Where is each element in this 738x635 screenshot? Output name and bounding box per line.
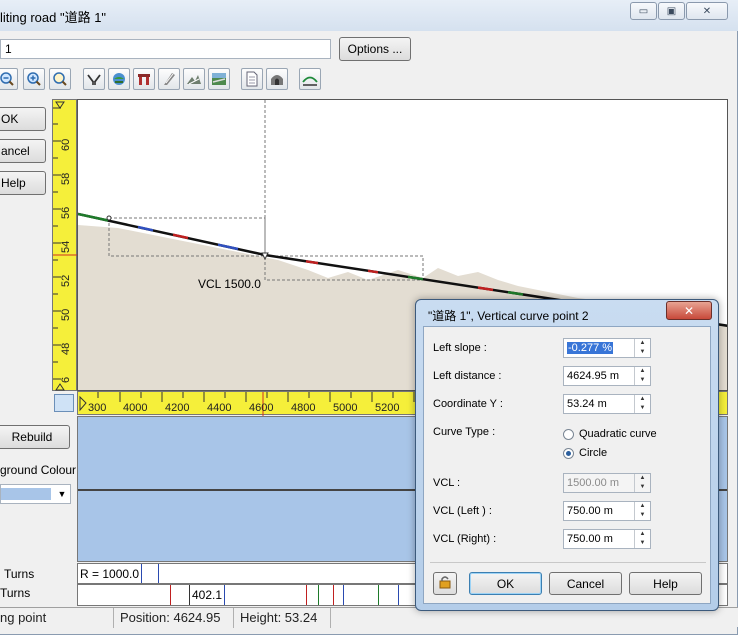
title-bar: liting road "道路 1" ▭ ▣ ✕ (0, 0, 738, 31)
maximize-button[interactable]: ▣ (658, 2, 685, 20)
left-slope-label: Left slope : (433, 342, 487, 354)
caption-buttons: ▭ ▣ ✕ (629, 2, 728, 20)
status-mode: ng point (0, 610, 47, 625)
rebuild-button[interactable]: Rebuild (0, 425, 70, 449)
dialog-cancel-button[interactable]: Cancel (549, 572, 622, 595)
spin-arrows-icon[interactable]: ▲ ▼ (634, 339, 650, 357)
status-position: Position: 4624.95 (120, 610, 221, 625)
document-icon[interactable] (241, 68, 263, 90)
dialog-help-button[interactable]: Help (629, 572, 702, 595)
spin-arrows-icon[interactable]: ▲ ▼ (634, 395, 650, 413)
background-colour-label: ground Colour: (0, 463, 80, 477)
dialog-close-button[interactable]: ✕ (666, 301, 712, 320)
left-distance-field[interactable]: 4624.95 m ▲ ▼ (563, 366, 651, 386)
left-slope-value: -0.277 % (567, 342, 614, 354)
vcl-right-label: VCL (Right) : (433, 533, 497, 545)
vcl-right-value: 750.00 m (567, 533, 613, 545)
landscape-icon[interactable] (208, 68, 230, 90)
left-distance-label: Left distance : (433, 370, 502, 382)
quadratic-curve-radio[interactable] (563, 429, 574, 440)
coordinate-y-value: 53.24 m (567, 398, 607, 410)
toolbar (0, 68, 330, 92)
vcl-left-label: VCL (Left ) : (433, 505, 492, 517)
spin-arrows-icon[interactable]: ▲ ▼ (634, 367, 650, 385)
vcl-label: VCL 1500.0 (198, 277, 261, 291)
zoom-in-icon[interactable] (23, 68, 45, 90)
dialog-body: Left slope : -0.277 % ▲ ▼ Left distance :… (423, 326, 711, 604)
dialog-separator (430, 562, 706, 563)
curve-icon[interactable] (299, 68, 321, 90)
vcl-field: 1500.00 m ▲ ▼ (563, 473, 651, 493)
y-tick-label: 52 (60, 275, 72, 287)
left-slope-field[interactable]: -0.277 % ▲ ▼ (563, 338, 651, 358)
y-tick-label: 48 (60, 343, 72, 355)
spin-arrows-icon: ▲ ▼ (634, 474, 650, 492)
close-button[interactable]: ✕ (686, 2, 728, 20)
options-button[interactable]: Options ... (339, 37, 411, 61)
cross-section-icon[interactable] (83, 68, 105, 90)
coordinate-y-field[interactable]: 53.24 m ▲ ▼ (563, 394, 651, 414)
ok-button[interactable]: OK (0, 107, 46, 131)
x-tick-label: 300 (88, 402, 106, 414)
zoom-out-icon[interactable] (0, 68, 18, 90)
curve-type-label: Curve Type : (433, 426, 496, 438)
ruler-corner[interactable] (54, 394, 74, 412)
coordinate-y-label: Coordinate Y : (433, 398, 503, 410)
spin-arrows-icon[interactable]: ▲ ▼ (634, 530, 650, 548)
lock-button[interactable] (433, 572, 457, 595)
circle-radio[interactable] (563, 448, 574, 459)
x-tick-label: 4000 (123, 402, 147, 414)
spin-arrows-icon[interactable]: ▲ ▼ (634, 502, 650, 520)
x-tick-label: 4600 (249, 402, 273, 414)
quadratic-curve-label[interactable]: Quadratic curve (579, 428, 657, 440)
terrain-icon[interactable] (183, 68, 205, 90)
y-tick-label: 6 (60, 377, 72, 383)
zoom-fit-icon[interactable] (49, 68, 71, 90)
vcl-value: 1500.00 m (567, 477, 619, 489)
minimize-button[interactable]: ▭ (630, 2, 657, 20)
x-tick-label: 4800 (291, 402, 315, 414)
x-tick-label: 5200 (375, 402, 399, 414)
y-tick-label: 58 (60, 173, 72, 185)
vcl-label: VCL : (433, 477, 461, 489)
colour-swatch (1, 488, 51, 500)
left-distance-value: 4624.95 m (567, 370, 619, 382)
dialog-title: "道路 1", Vertical curve point 2 (428, 309, 589, 323)
chevron-down-icon: ▼ (57, 489, 67, 499)
y-tick-label: 56 (60, 207, 72, 219)
x-tick-label: 4400 (207, 402, 231, 414)
help-button[interactable]: Help (0, 171, 46, 195)
turns-label: Turns (0, 586, 31, 600)
globe-icon[interactable] (108, 68, 130, 90)
window-title: liting road "道路 1" (0, 10, 107, 25)
distance-label: 402.1 (192, 588, 223, 602)
status-height: Height: 53.24 (240, 610, 318, 625)
circle-label[interactable]: Circle (579, 447, 607, 459)
radius-label: R = 1000.0 (80, 567, 140, 581)
turns-label: Turns (4, 567, 35, 581)
vcl-left-field[interactable]: 750.00 m ▲ ▼ (563, 501, 651, 521)
cancel-button[interactable]: ancel (0, 139, 46, 163)
road-name-input[interactable] (0, 39, 331, 59)
road-icon[interactable] (158, 68, 180, 90)
vertical-curve-dialog: "道路 1", Vertical curve point 2 ✕ Left sl… (415, 299, 719, 611)
bridge-icon[interactable] (133, 68, 155, 90)
x-tick-label: 4200 (165, 402, 189, 414)
y-tick-label: 60 (60, 139, 72, 151)
dialog-ok-button[interactable]: OK (469, 572, 542, 595)
vcl-right-field[interactable]: 750.00 m ▲ ▼ (563, 529, 651, 549)
background-colour-select[interactable]: ▼ (0, 484, 71, 504)
vcl-left-value: 750.00 m (567, 505, 613, 517)
x-tick-label: 5000 (333, 402, 357, 414)
y-tick-label: 54 (60, 241, 72, 253)
tunnel-icon[interactable] (266, 68, 288, 90)
lock-icon (438, 575, 452, 592)
vertical-ruler[interactable]: 6 48 50 52 54 56 58 60 (52, 99, 78, 391)
y-tick-label: 50 (60, 309, 72, 321)
